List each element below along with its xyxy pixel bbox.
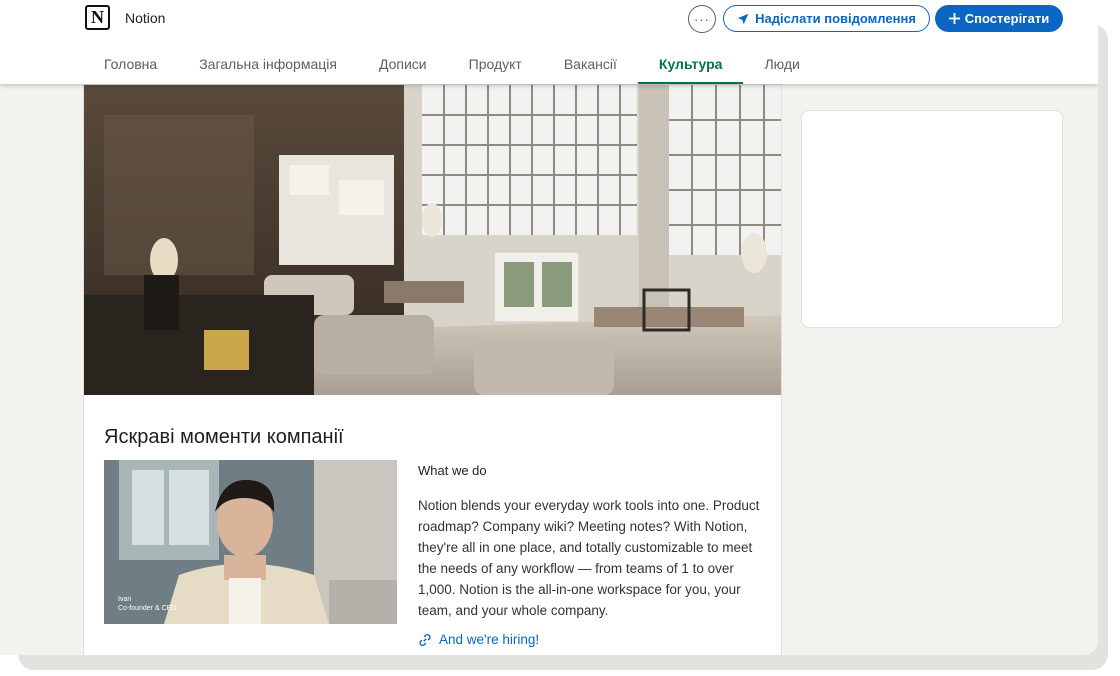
video-person-name: Ivan — [118, 596, 132, 603]
company-tabs: Головна Загальна інформація Дописи Проду… — [83, 44, 821, 84]
hiring-link-label: And we're hiring! — [439, 632, 540, 647]
link-icon — [419, 633, 431, 646]
send-message-label: Надіслати повідомлення — [755, 11, 916, 26]
tab-product[interactable]: Продукт — [448, 44, 543, 84]
notion-logo[interactable]: N — [85, 5, 110, 30]
follow-button[interactable]: Спостерігати — [935, 5, 1063, 32]
side-card — [801, 110, 1063, 328]
send-icon — [737, 13, 749, 24]
page-frame: N Notion ··· Надіслати повідомлення Спос… — [0, 0, 1098, 655]
what-we-do-title: What we do — [418, 463, 487, 478]
tab-people[interactable]: Люди — [743, 44, 820, 84]
video-person-role: Co-founder & CEO — [118, 605, 177, 612]
send-message-button[interactable]: Надіслати повідомлення — [723, 5, 930, 32]
tab-home[interactable]: Головна — [83, 44, 178, 84]
what-we-do-text: Notion blends your everyday work tools i… — [418, 498, 760, 618]
more-icon: ··· — [694, 11, 710, 27]
tab-about[interactable]: Загальна інформація — [178, 44, 358, 84]
company-header: N Notion ··· Надіслати повідомлення Спос… — [0, 0, 1098, 84]
highlights-title: Яскраві моменти компанії — [104, 426, 344, 448]
office-photo — [84, 85, 781, 395]
tab-culture[interactable]: Культура — [637, 44, 744, 84]
company-name[interactable]: Notion — [125, 10, 165, 26]
tab-jobs[interactable]: Вакансії — [543, 44, 638, 84]
tab-posts[interactable]: Дописи — [358, 44, 448, 84]
video-caption: Ivan Co-founder & CEO — [118, 595, 177, 613]
hiring-link[interactable]: And we're hiring! — [418, 632, 539, 647]
more-button[interactable]: ··· — [688, 5, 716, 33]
follow-label: Спостерігати — [964, 11, 1050, 26]
ceo-video[interactable]: Ivan Co-founder & CEO — [104, 460, 397, 624]
plus-icon — [948, 13, 960, 24]
culture-card: Яскраві моменти компанії Ivan Co-founder… — [83, 84, 782, 655]
